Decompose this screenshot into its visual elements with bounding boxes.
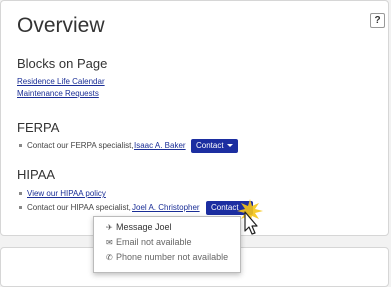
menu-item-label: Phone number not available (116, 252, 229, 262)
bullet (19, 206, 22, 209)
send-icon: ✈ (106, 223, 113, 232)
mail-icon: ✉ (106, 238, 113, 247)
blocks-heading: Blocks on Page (17, 56, 108, 71)
ferpa-heading: FERPA (17, 120, 60, 135)
help-icon[interactable]: ? (370, 13, 385, 28)
hipaa-contact-text: Contact our HIPAA specialist, (27, 203, 131, 212)
maintenance-requests-link[interactable]: Maintenance Requests (17, 89, 99, 98)
chevron-down-icon (226, 144, 233, 148)
ferpa-contact-button[interactable]: Contact (191, 139, 238, 153)
bullet (19, 192, 22, 195)
residence-life-calendar-link[interactable]: Residence Life Calendar (17, 77, 105, 86)
phone-icon: ✆ (106, 253, 113, 262)
hipaa-specialist-link[interactable]: Joel A. Christopher (132, 203, 200, 212)
ferpa-contact-text: Contact our FERPA specialist, (27, 141, 134, 150)
bullet (19, 144, 22, 147)
hipaa-contact-label: Contact (211, 203, 239, 212)
contact-dropdown-menu: ✈ Message Joel ✉ Email not available ✆ Phon… (93, 216, 241, 273)
ferpa-contact-label: Contact (196, 141, 224, 150)
overview-card: Overview ? Blocks on Page Residence Life… (0, 0, 389, 236)
menu-item-message[interactable]: ✈ Message Joel (106, 222, 172, 232)
mouse-cursor-icon (237, 199, 263, 235)
menu-item-label: Message Joel (116, 222, 172, 232)
hipaa-heading: HIPAA (17, 167, 56, 182)
ferpa-specialist-link[interactable]: Isaac A. Baker (134, 141, 186, 150)
menu-item-label: Email not available (116, 237, 192, 247)
page-title: Overview (17, 14, 105, 37)
menu-item-phone: ✆ Phone number not available (106, 252, 228, 262)
hipaa-policy-link[interactable]: View our HIPAA policy (27, 189, 106, 198)
menu-item-email: ✉ Email not available (106, 237, 192, 247)
